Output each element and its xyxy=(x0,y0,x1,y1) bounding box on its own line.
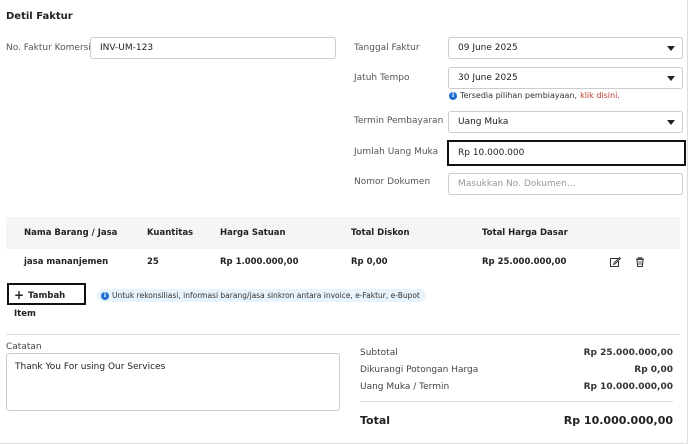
page-title: Detil Faktur xyxy=(6,11,73,22)
jatuh-tempo-label: Jatuh Tempo xyxy=(354,73,410,83)
total-value: Rp 10.000.000,00 xyxy=(563,414,673,427)
item-unit-price-cell: Rp 1.000.000,00 xyxy=(220,257,299,267)
info-icon: i xyxy=(449,91,457,100)
column-header: Total Harga Dasar xyxy=(482,228,568,238)
down-payment-value: Rp 10.000.000,00 xyxy=(583,382,673,392)
notes-label: Catatan xyxy=(6,342,42,352)
jatuh-tempo-value: 30 June 2025 xyxy=(458,73,518,83)
tanggal-faktur-value: 09 June 2025 xyxy=(458,43,518,53)
column-header: Kuantitas xyxy=(147,228,194,238)
jumlah-uang-muka-input[interactable]: Rp 10.000.000 xyxy=(447,140,686,166)
chevron-down-icon xyxy=(667,46,675,51)
sync-info-badge: i Untuk rekonsiliasi, informasi barang/j… xyxy=(97,289,426,302)
item-name-cell: jasa mananjemen xyxy=(24,257,109,267)
column-header: Harga Satuan xyxy=(220,228,286,238)
financing-info-text: Tersedia pilihan pembiayaan, xyxy=(460,91,578,100)
edit-icon[interactable] xyxy=(609,256,621,268)
financing-info: i Tersedia pilihan pembiayaan, klik disi… xyxy=(449,91,620,100)
sync-info-text: Untuk rekonsiliasi, informasi barang/jas… xyxy=(112,291,420,300)
chevron-down-icon xyxy=(667,76,675,81)
faktur-komersial-label: No. Faktur Komersial xyxy=(6,43,99,53)
tanggal-faktur-label: Tanggal Faktur xyxy=(354,43,420,53)
trash-icon[interactable] xyxy=(634,256,646,268)
column-header: Total Diskon xyxy=(351,228,410,238)
info-icon: i xyxy=(101,291,109,300)
faktur-komersial-input[interactable]: INV-UM-123 xyxy=(90,37,336,59)
chevron-down-icon xyxy=(667,120,675,125)
tanggal-faktur-select[interactable]: 09 June 2025 xyxy=(448,37,683,59)
plus-icon: + xyxy=(14,288,25,302)
discount-value: Rp 0,00 xyxy=(634,365,673,375)
nomor-dokumen-input[interactable]: Masukkan No. Dokumen... xyxy=(448,173,683,195)
jatuh-tempo-select[interactable]: 30 June 2025 xyxy=(448,67,683,89)
nomor-dokumen-label: Nomor Dokumen xyxy=(354,177,431,187)
add-item-button[interactable]: + Tambah Item xyxy=(7,283,86,319)
termin-pembayaran-label: Termin Pembayaran xyxy=(354,116,444,126)
subtotal-label: Subtotal xyxy=(360,348,398,358)
item-discount-cell: Rp 0,00 xyxy=(351,257,388,267)
total-label: Total xyxy=(360,414,391,427)
termin-pembayaran-value: Uang Muka xyxy=(458,117,509,127)
item-quantity-cell: 25 xyxy=(147,257,159,267)
column-header: Nama Barang / Jasa xyxy=(24,228,118,238)
termin-pembayaran-select[interactable]: Uang Muka xyxy=(448,111,683,133)
financing-link[interactable]: klik disini. xyxy=(580,91,620,100)
down-payment-label: Uang Muka / Termin xyxy=(360,382,450,392)
discount-label: Dikurangi Potongan Harga xyxy=(360,365,479,375)
notes-textarea[interactable]: Thank You For using Our Services xyxy=(6,353,340,411)
subtotal-value: Rp 25.000.000,00 xyxy=(583,348,673,358)
jumlah-uang-muka-label: Jumlah Uang Muka xyxy=(354,147,439,157)
section-divider xyxy=(6,334,680,335)
item-base-total-cell: Rp 25.000.000,00 xyxy=(482,257,567,267)
summary-divider xyxy=(360,401,673,402)
